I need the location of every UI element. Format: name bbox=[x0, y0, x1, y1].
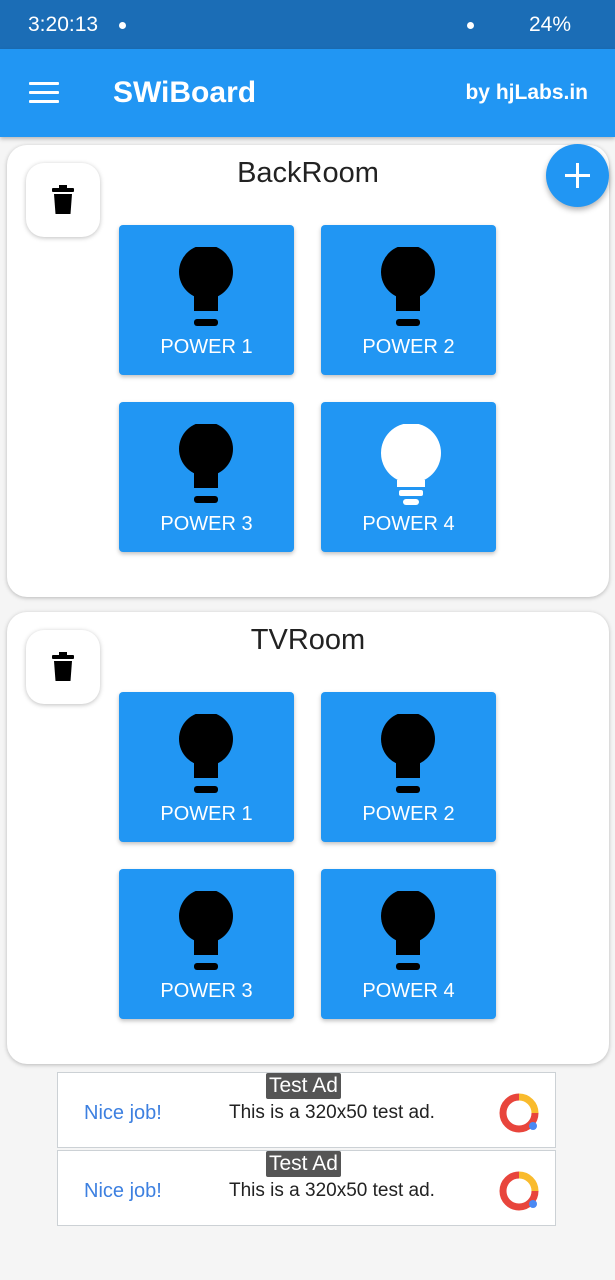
switch-tile[interactable]: POWER 4 bbox=[321, 402, 496, 552]
switch-tile[interactable]: POWER 4 bbox=[321, 869, 496, 1019]
lightbulb-off-icon bbox=[381, 891, 435, 970]
switch-label: POWER 2 bbox=[362, 803, 455, 825]
switch-label: POWER 4 bbox=[362, 980, 455, 1002]
delete-room-button[interactable] bbox=[26, 630, 100, 704]
status-bar: 3:20:13 24% bbox=[0, 0, 615, 49]
app-byline: by hjLabs.in bbox=[465, 81, 588, 104]
switch-label: POWER 1 bbox=[160, 803, 253, 825]
ad-banner[interactable]: Test Ad Nice job! This is a 320x50 test … bbox=[57, 1072, 556, 1148]
trash-icon bbox=[52, 652, 74, 681]
switch-tile[interactable]: POWER 3 bbox=[119, 869, 294, 1019]
lightbulb-off-icon bbox=[179, 424, 233, 503]
switch-label: POWER 2 bbox=[362, 336, 455, 358]
test-ad-badge: Test Ad bbox=[266, 1151, 341, 1177]
ad-banner[interactable]: Test Ad Nice job! This is a 320x50 test … bbox=[57, 1150, 556, 1226]
lightbulb-off-icon bbox=[179, 247, 233, 326]
lightbulb-off-icon bbox=[179, 714, 233, 793]
delete-room-button[interactable] bbox=[26, 163, 100, 237]
switch-tile[interactable]: POWER 2 bbox=[321, 692, 496, 842]
plus-icon bbox=[565, 163, 590, 188]
ad-logo-icon bbox=[499, 1171, 539, 1211]
menu-icon[interactable] bbox=[29, 82, 59, 104]
lightbulb-off-icon bbox=[381, 714, 435, 793]
switch-tile[interactable]: POWER 1 bbox=[119, 692, 294, 842]
ad-logo-icon bbox=[499, 1093, 539, 1133]
ad-message: This is a 320x50 test ad. bbox=[229, 1180, 435, 1201]
app-title: SWiBoard bbox=[113, 76, 257, 109]
lightbulb-off-icon bbox=[179, 891, 233, 970]
switch-label: POWER 4 bbox=[362, 513, 455, 535]
switch-label: POWER 3 bbox=[160, 513, 253, 535]
trash-icon bbox=[52, 185, 74, 214]
lightbulb-off-icon bbox=[381, 247, 435, 326]
switch-tile[interactable]: POWER 2 bbox=[321, 225, 496, 375]
lightbulb-on-icon bbox=[381, 424, 441, 505]
room-card: BackRoom POWER 1 POWER 2 POWER 3 POWER 4 bbox=[7, 145, 609, 597]
status-dot-icon bbox=[467, 22, 474, 29]
battery-level: 24% bbox=[528, 13, 571, 36]
ad-headline[interactable]: Nice job! bbox=[84, 1102, 162, 1125]
notification-dot-icon bbox=[119, 22, 126, 29]
add-room-button[interactable] bbox=[546, 144, 609, 207]
room-card: TVRoom POWER 1 POWER 2 POWER 3 POWER 4 bbox=[7, 612, 609, 1064]
ad-headline[interactable]: Nice job! bbox=[84, 1180, 162, 1203]
switch-tile[interactable]: POWER 3 bbox=[119, 402, 294, 552]
app-bar: SWiBoard by hjLabs.in bbox=[0, 49, 615, 137]
test-ad-badge: Test Ad bbox=[266, 1073, 341, 1099]
switch-label: POWER 3 bbox=[160, 980, 253, 1002]
status-time: 3:20:13 bbox=[28, 13, 99, 36]
switch-tile[interactable]: POWER 1 bbox=[119, 225, 294, 375]
switch-label: POWER 1 bbox=[160, 336, 253, 358]
ad-message: This is a 320x50 test ad. bbox=[229, 1102, 435, 1123]
